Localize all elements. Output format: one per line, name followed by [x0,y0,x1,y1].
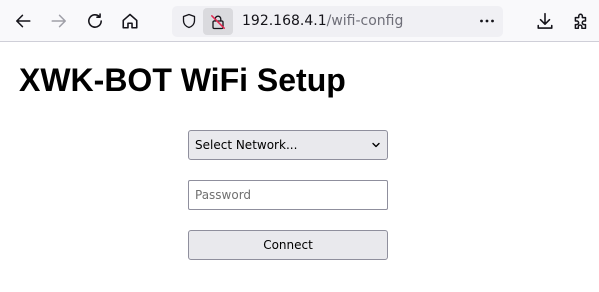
downloads-button[interactable] [530,6,560,36]
browser-toolbar: 192.168.4.1/wifi-config [0,0,599,42]
forward-arrow-icon [51,14,66,28]
url-host: 192.168.4.1 [242,13,327,29]
url-path: /wifi-config [326,13,404,29]
back-arrow-icon [16,14,31,28]
insecure-lock-icon [211,14,225,29]
page-actions-button[interactable] [475,9,499,33]
page-title: XWK-BOT WiFi Setup [19,62,346,98]
back-button[interactable] [8,6,38,36]
home-icon [122,13,138,29]
extensions-button[interactable] [566,6,596,36]
reload-icon [88,13,102,28]
url-bar[interactable]: 192.168.4.1/wifi-config [172,6,503,37]
shield-icon [182,13,196,29]
home-button[interactable] [115,6,145,36]
password-input[interactable] [188,180,388,210]
url-text[interactable]: 192.168.4.1/wifi-config [242,13,403,30]
forward-button[interactable] [44,6,74,36]
connect-button[interactable]: Connect [188,230,388,260]
connection-insecure-button[interactable] [203,8,233,35]
chevron-down-icon [372,142,380,148]
network-select-value: Select Network... [195,138,298,152]
tracking-protection-button[interactable] [177,9,201,33]
network-select[interactable]: Select Network... [188,130,388,160]
reload-button[interactable] [80,6,110,36]
more-dots-icon [480,19,494,23]
download-icon [537,12,553,29]
extensions-icon [574,13,587,30]
